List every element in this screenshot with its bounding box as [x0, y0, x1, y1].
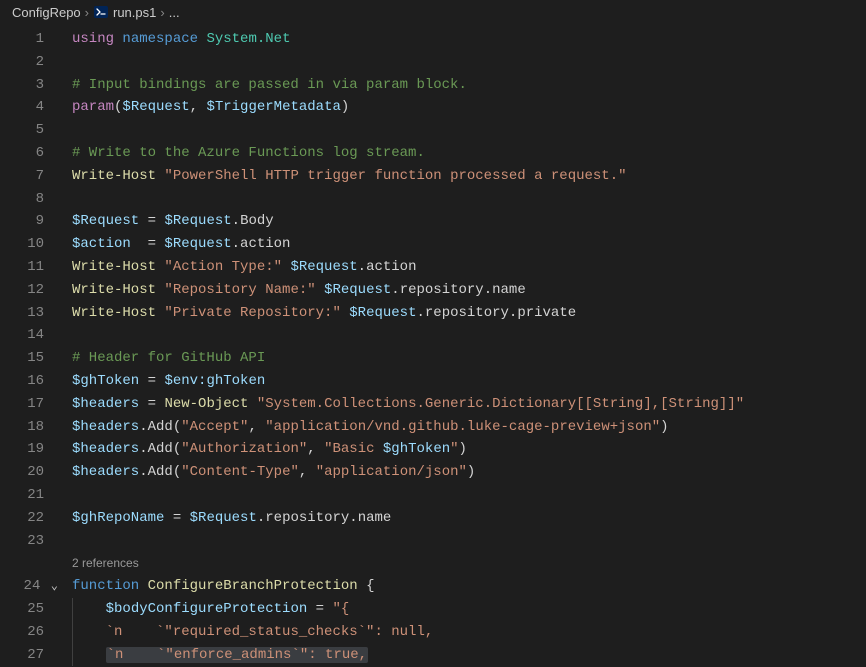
- line-number[interactable]: 22: [0, 507, 62, 530]
- line-number[interactable]: 24 ⌄: [0, 575, 62, 598]
- line-number[interactable]: 9: [0, 210, 62, 233]
- line-number[interactable]: 11: [0, 256, 62, 279]
- code-line[interactable]: # Write to the Azure Functions log strea…: [72, 142, 866, 165]
- code-line[interactable]: Write-Host "Repository Name:" $Request.r…: [72, 279, 866, 302]
- code-line[interactable]: Write-Host "Private Repository:" $Reques…: [72, 302, 866, 325]
- code-line[interactable]: $ghToken = $env:ghToken: [72, 370, 866, 393]
- code-line[interactable]: $action = $Request.action: [72, 233, 866, 256]
- line-number[interactable]: 2: [0, 51, 62, 74]
- line-number[interactable]: 4: [0, 96, 62, 119]
- code-line[interactable]: param($Request, $TriggerMetadata): [72, 96, 866, 119]
- line-number[interactable]: 5: [0, 119, 62, 142]
- chevron-down-icon[interactable]: ⌄: [49, 579, 58, 593]
- code-line[interactable]: using namespace System.Net: [72, 28, 866, 51]
- line-number[interactable]: 23: [0, 530, 62, 553]
- code-line[interactable]: `n `"required_status_checks`": null,: [72, 621, 866, 644]
- code-line[interactable]: # Header for GitHub API: [72, 347, 866, 370]
- line-number[interactable]: 26: [0, 621, 62, 644]
- code-line[interactable]: $headers.Add("Content-Type", "applicatio…: [72, 461, 866, 484]
- line-number[interactable]: 3: [0, 74, 62, 97]
- line-number[interactable]: 18: [0, 416, 62, 439]
- code-line[interactable]: Write-Host "PowerShell HTTP trigger func…: [72, 165, 866, 188]
- code-line[interactable]: [72, 188, 866, 211]
- line-number[interactable]: 21: [0, 484, 62, 507]
- line-number[interactable]: 16: [0, 370, 62, 393]
- code-area[interactable]: using namespace System.Net # Input bindin…: [62, 24, 866, 667]
- breadcrumb-more[interactable]: ...: [169, 5, 180, 20]
- line-number[interactable]: 25: [0, 598, 62, 621]
- chevron-right-icon: ›: [160, 5, 164, 20]
- line-number[interactable]: 12: [0, 279, 62, 302]
- line-number-gutter[interactable]: 123456789101112131415161718192021222324 …: [0, 24, 62, 667]
- line-number[interactable]: 1: [0, 28, 62, 51]
- code-line[interactable]: `n `"enforce_admins`": true,: [72, 644, 866, 667]
- code-line[interactable]: # Input bindings are passed in via param…: [72, 74, 866, 97]
- code-line[interactable]: function ConfigureBranchProtection {: [72, 575, 866, 598]
- code-line[interactable]: $headers.Add("Accept", "application/vnd.…: [72, 416, 866, 439]
- code-line[interactable]: $headers = New-Object "System.Collection…: [72, 393, 866, 416]
- code-line[interactable]: $Request = $Request.Body: [72, 210, 866, 233]
- line-number[interactable]: 14: [0, 324, 62, 347]
- line-number[interactable]: 8: [0, 188, 62, 211]
- breadcrumb[interactable]: ConfigRepo › run.ps1 › ...: [0, 0, 866, 24]
- code-line[interactable]: $bodyConfigureProtection = "{: [72, 598, 866, 621]
- line-number[interactable]: 19: [0, 438, 62, 461]
- code-line[interactable]: $ghRepoName = $Request.repository.name: [72, 507, 866, 530]
- breadcrumb-file[interactable]: run.ps1: [113, 5, 156, 20]
- line-number[interactable]: 7: [0, 165, 62, 188]
- code-line[interactable]: [72, 324, 866, 347]
- line-number[interactable]: 17: [0, 393, 62, 416]
- line-number[interactable]: 6: [0, 142, 62, 165]
- code-line[interactable]: [72, 530, 866, 553]
- breadcrumb-root[interactable]: ConfigRepo: [12, 5, 81, 20]
- code-line[interactable]: [72, 119, 866, 142]
- codelens-references[interactable]: 2 references: [72, 552, 866, 575]
- code-editor[interactable]: 123456789101112131415161718192021222324 …: [0, 24, 866, 667]
- line-number[interactable]: 27: [0, 644, 62, 667]
- line-number[interactable]: 15: [0, 347, 62, 370]
- code-line[interactable]: Write-Host "Action Type:" $Request.actio…: [72, 256, 866, 279]
- line-number[interactable]: 13: [0, 302, 62, 325]
- line-number[interactable]: 20: [0, 461, 62, 484]
- line-number[interactable]: 10: [0, 233, 62, 256]
- code-line[interactable]: [72, 51, 866, 74]
- code-line[interactable]: $headers.Add("Authorization", "Basic $gh…: [72, 438, 866, 461]
- chevron-right-icon: ›: [85, 5, 89, 20]
- powershell-icon: [93, 4, 109, 20]
- code-line[interactable]: [72, 484, 866, 507]
